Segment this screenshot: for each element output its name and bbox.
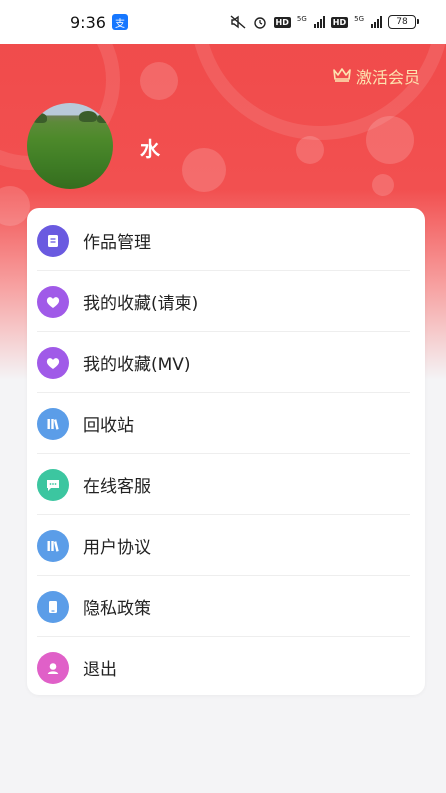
status-icons: HD 5G HD 5G 78 <box>230 15 419 29</box>
books-icon <box>37 407 69 440</box>
decor-bubble <box>0 186 30 226</box>
signal-icon <box>371 16 382 28</box>
menu-item-logout[interactable]: 退出 <box>37 637 410 698</box>
avatar-tree <box>97 114 111 123</box>
logout-icon <box>37 651 69 684</box>
menu-item-label: 隐私政策 <box>83 599 151 619</box>
decor-bubble <box>296 136 324 164</box>
alipay-icon: 支 <box>111 14 128 30</box>
menu-item-label: 我的收藏(请柬) <box>83 294 199 314</box>
menu-item-privacy-policy[interactable]: 隐私政策 <box>37 576 410 637</box>
vip-label: 激活会员 <box>355 68 420 87</box>
network-type: 5G <box>296 15 307 23</box>
status-bar: 9:36 支 HD 5G HD 5G 78 <box>0 0 446 44</box>
avatar[interactable] <box>27 103 113 189</box>
menu-item-label: 回收站 <box>83 416 134 436</box>
books-icon <box>37 529 69 562</box>
activate-vip-button[interactable]: 激活会员 <box>332 64 420 88</box>
menu-item-user-agreement[interactable]: 用户协议 <box>37 515 410 576</box>
decor-bubble <box>182 148 226 192</box>
decor-bubble <box>372 174 394 196</box>
signal-icon <box>313 16 325 28</box>
menu-item-recycle-bin[interactable]: 回收站 <box>37 393 410 454</box>
menu-item-label: 作品管理 <box>83 233 151 253</box>
battery-level: 78 <box>396 17 408 27</box>
menu-item-favorites-invitation[interactable]: 我的收藏(请柬) <box>37 271 410 332</box>
menu-item-label: 在线客服 <box>83 477 151 497</box>
menu-item-label: 用户协议 <box>83 538 151 558</box>
heart-icon <box>37 285 69 318</box>
menu-card: 作品管理 我的收藏(请柬) 我的收藏(MV) 回收站 在线客服 用户协议 隐私政… <box>27 208 425 695</box>
menu-item-works-management[interactable]: 作品管理 <box>37 210 410 271</box>
decor-bubble <box>366 116 414 164</box>
crown-icon <box>332 66 352 86</box>
menu-item-label: 我的收藏(MV) <box>83 355 191 375</box>
avatar-tree <box>79 111 97 122</box>
hd-icon: HD <box>330 16 349 28</box>
status-time: 9:36 <box>70 12 106 32</box>
heart-icon <box>37 346 69 379</box>
decor-bubble <box>140 62 178 100</box>
mute-icon <box>230 15 246 29</box>
alarm-icon <box>252 15 268 29</box>
network-type: 5G <box>354 15 364 23</box>
menu-item-favorites-mv[interactable]: 我的收藏(MV) <box>37 332 410 393</box>
avatar-tree <box>33 113 47 123</box>
menu-item-label: 退出 <box>83 660 117 680</box>
tablet-icon <box>37 590 69 623</box>
chat-icon <box>37 468 69 501</box>
menu-item-customer-service[interactable]: 在线客服 <box>37 454 410 515</box>
battery-icon: 78 <box>388 15 419 29</box>
document-icon <box>37 224 69 257</box>
username: 水 <box>140 137 160 161</box>
hd-icon: HD <box>273 16 291 28</box>
